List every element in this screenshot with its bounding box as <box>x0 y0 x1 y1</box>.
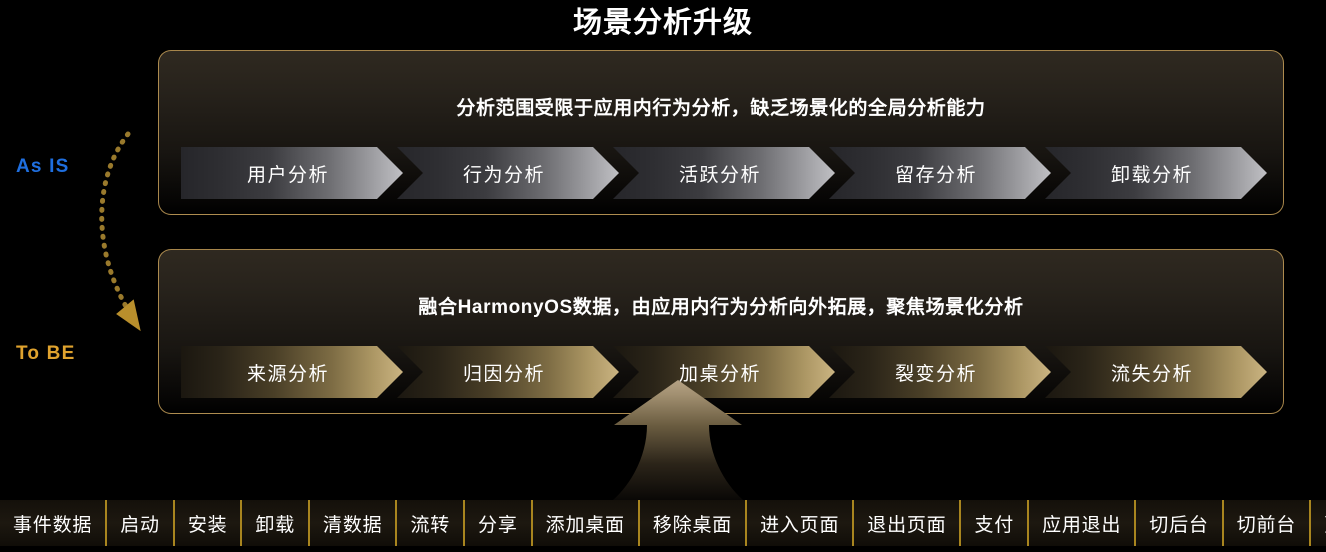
event-tag[interactable]: 启动 <box>107 500 175 546</box>
event-tag-label: 启动 <box>120 514 160 536</box>
panel-heading-to-be: 融合HarmonyOS数据，由应用内行为分析向外拓展，聚焦场景化分析 <box>418 297 1024 318</box>
chevron-step-label: 卸载分析 <box>1110 164 1193 186</box>
event-tag-label: 清数据 <box>323 514 383 536</box>
event-tag-label: 切前台 <box>1236 514 1297 536</box>
chevron-step[interactable]: 裂变分析 <box>829 346 1051 398</box>
chevron-step-label: 用户分析 <box>246 164 329 186</box>
dotted-curved-arrow-icon <box>99 131 141 332</box>
chevron-step-label: 裂变分析 <box>894 363 977 385</box>
event-tag-label: 应用退出 <box>1042 514 1122 536</box>
event-tag-label: 事件数据 <box>13 514 93 536</box>
event-tag[interactable]: 进入页面 <box>747 500 855 546</box>
chevron-step[interactable]: 卸载分析 <box>1045 147 1267 199</box>
panel-as-is: 分析范围受限于应用内行为分析，缺乏场景化的全局分析能力 用户分析 行为分析 活跃… <box>158 50 1284 215</box>
chevron-step[interactable]: 流失分析 <box>1045 346 1267 398</box>
event-tag[interactable]: 退出页面 <box>854 500 962 546</box>
chevron-step[interactable]: 活跃分析 <box>613 147 835 199</box>
chevron-step-label: 留存分析 <box>894 164 977 186</box>
stage-label-to-be: To BE <box>16 343 76 364</box>
event-tag-label: 移除桌面 <box>652 514 733 536</box>
event-tag[interactable]: 清数据 <box>310 500 398 546</box>
panel-heading-as-is: 分析范围受限于应用内行为分析，缺乏场景化的全局分析能力 <box>456 98 986 119</box>
event-tag[interactable]: 添加桌面 <box>532 500 640 546</box>
event-tag-label: 分享 <box>478 514 518 536</box>
event-tag-label: 安装 <box>187 514 228 536</box>
event-tag[interactable]: 切前台 <box>1223 500 1312 546</box>
event-tag[interactable]: 移除桌面 <box>639 500 748 546</box>
chevron-step[interactable]: 归因分析 <box>397 346 619 398</box>
event-tag-label: 卸载 <box>255 514 296 536</box>
event-tag-label: 流转 <box>410 514 451 536</box>
chevron-step[interactable]: 用户分析 <box>181 147 403 199</box>
page-title: 场景分析升级 <box>572 7 753 39</box>
chevron-step-label: 归因分析 <box>462 363 545 385</box>
event-tag-label: 退出页面 <box>867 514 947 536</box>
event-tag[interactable]: 更新桌面卡片 <box>1311 500 1326 546</box>
chevron-strip-as-is: 用户分析 行为分析 活跃分析 留存分析 卸载分析 <box>181 147 1261 199</box>
upward-growth-arrow-icon <box>613 380 743 500</box>
event-tag[interactable]: 应用退出 <box>1029 500 1137 546</box>
chevron-step-label: 行为分析 <box>462 164 545 186</box>
chevron-step-label: 活跃分析 <box>678 164 761 186</box>
event-tag-row: 事件数据 启动 安装 卸载 清数据 流转 分享 添加桌面 移除桌面 进入页面 退… <box>0 500 1326 546</box>
chevron-step[interactable]: 来源分析 <box>181 346 403 398</box>
chevron-step-label: 来源分析 <box>246 363 329 385</box>
event-tag[interactable]: 卸载 <box>242 500 311 546</box>
event-tag[interactable]: 支付 <box>961 500 1030 546</box>
stage-label-as-is: As IS <box>16 156 70 177</box>
event-tag[interactable]: 事件数据 <box>0 500 108 546</box>
event-tag[interactable]: 流转 <box>397 500 466 546</box>
event-tag-label: 添加桌面 <box>545 514 625 536</box>
event-tag-label: 切后台 <box>1149 514 1209 536</box>
event-tag[interactable]: 切后台 <box>1136 500 1224 546</box>
chevron-step-label: 流失分析 <box>1110 363 1193 385</box>
event-tag[interactable]: 分享 <box>465 500 533 546</box>
event-tag[interactable]: 安装 <box>174 500 243 546</box>
chevron-step[interactable]: 留存分析 <box>829 147 1051 199</box>
event-tag-label: 支付 <box>974 514 1015 536</box>
event-tag-label: 进入页面 <box>760 514 840 536</box>
chevron-step[interactable]: 行为分析 <box>397 147 619 199</box>
